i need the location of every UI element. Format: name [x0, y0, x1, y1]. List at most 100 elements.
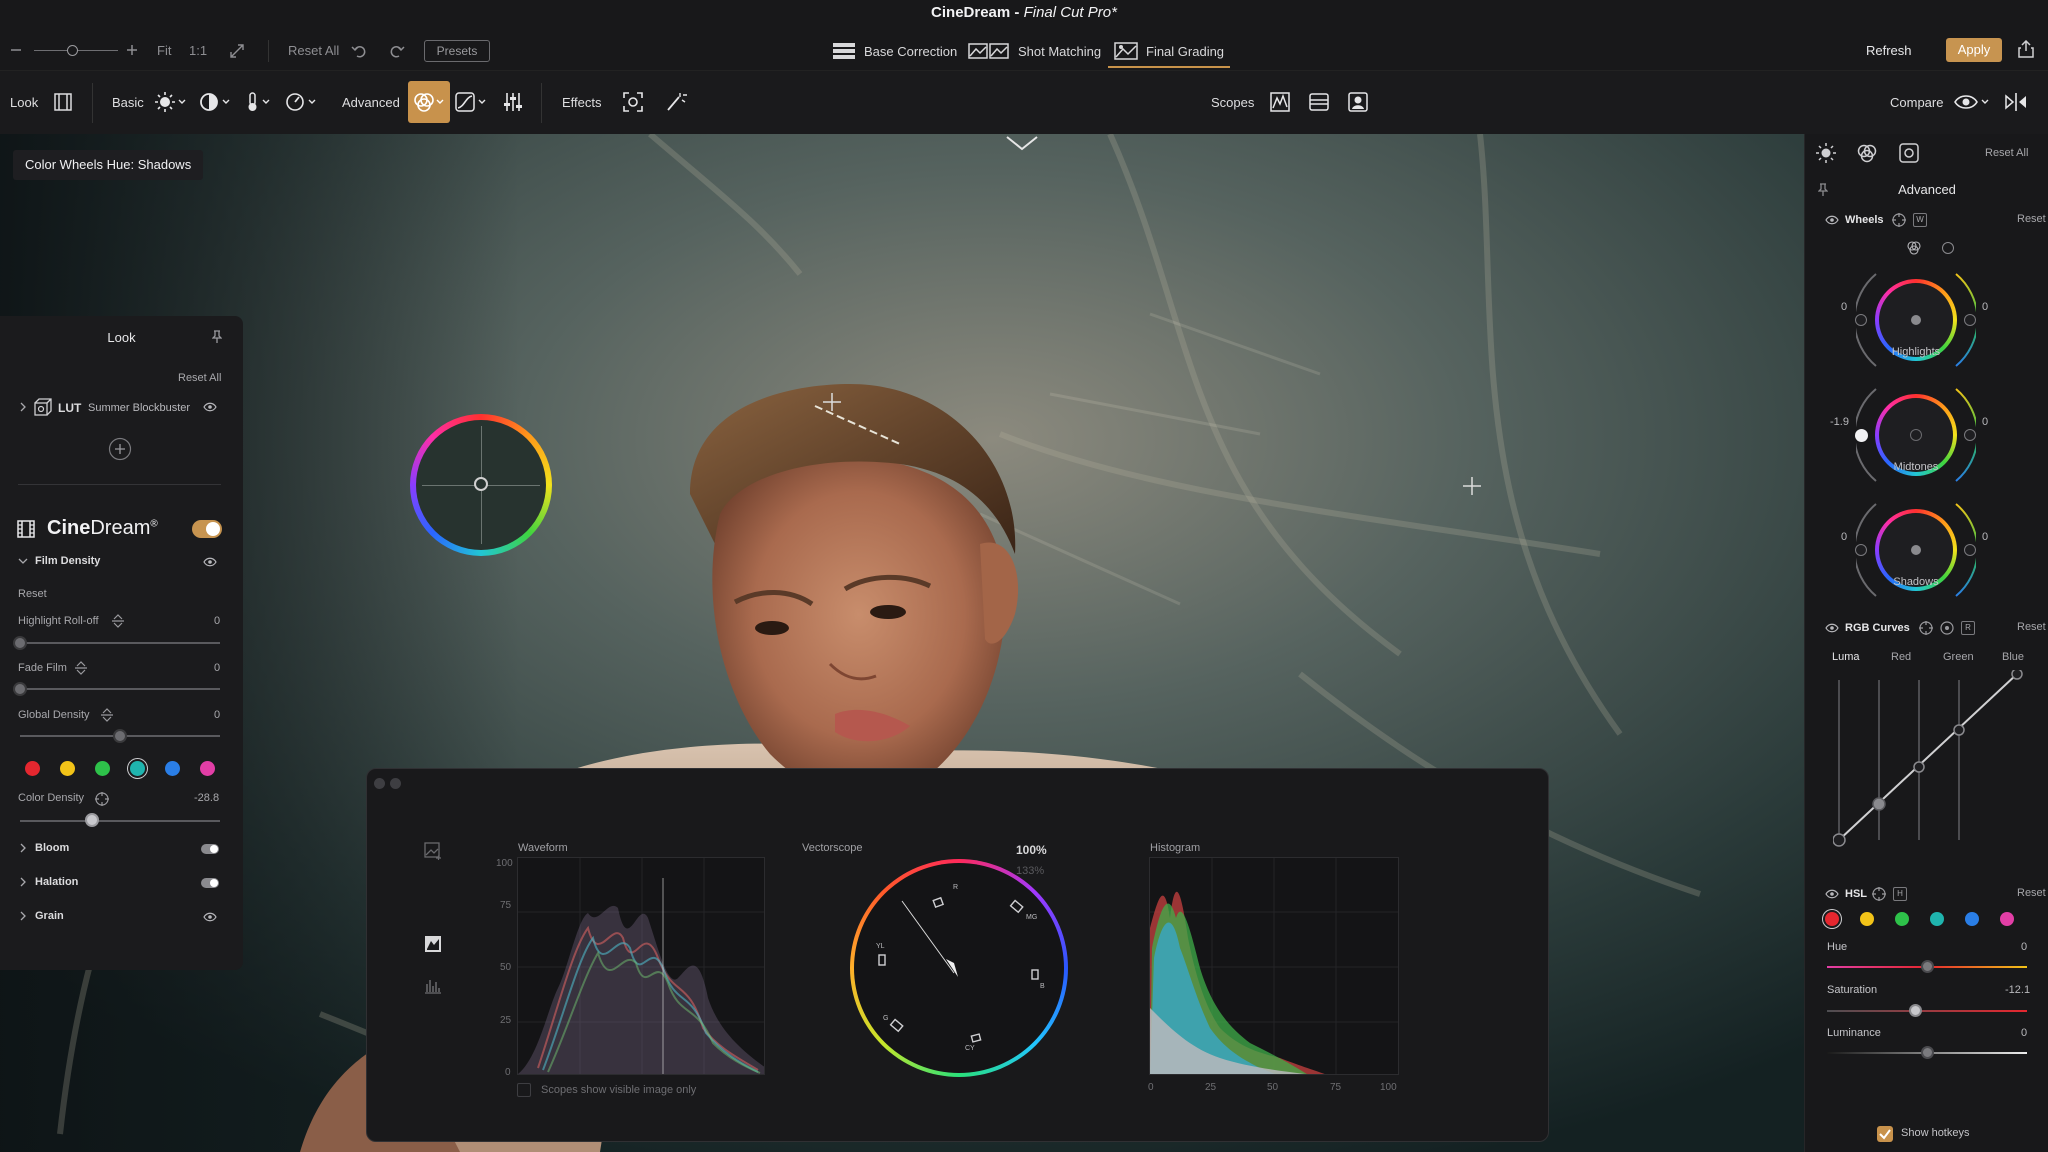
waveform-view-icon[interactable] [423, 934, 443, 954]
reset-all-button[interactable]: Reset All [288, 43, 339, 59]
light-sun-icon[interactable] [1815, 142, 1837, 164]
density-color-swatch[interactable] [130, 761, 145, 776]
color-density-knob[interactable] [85, 813, 99, 827]
hsl-color-swatch[interactable] [1965, 912, 1979, 926]
parade-scope-icon[interactable] [1308, 91, 1330, 113]
density-color-swatch[interactable] [200, 761, 215, 776]
eye-icon[interactable] [1825, 214, 1839, 226]
curve-channel-red[interactable]: Red [1891, 651, 1911, 663]
highlights-luma-knob[interactable] [1855, 314, 1867, 326]
film-strip-icon[interactable] [52, 92, 74, 112]
tab-final-grading[interactable]: Final Grading [1107, 41, 1231, 68]
share-icon[interactable] [2016, 38, 2036, 60]
density-color-swatch[interactable] [95, 761, 110, 776]
collapse-chevron-icon[interactable] [1002, 134, 1042, 154]
hsl-color-swatch[interactable] [1930, 912, 1944, 926]
zoom-in-icon[interactable] [126, 44, 138, 56]
sample-crosshair-icon[interactable] [1462, 476, 1482, 496]
curve-channel-luma[interactable]: Luma [1832, 651, 1860, 663]
tab-base-correction[interactable]: Base Correction [832, 41, 957, 61]
eye-icon[interactable] [202, 910, 218, 924]
midtones-wheel[interactable] [1855, 375, 1976, 495]
highlight-rolloff-knob[interactable] [13, 636, 27, 650]
add-look-button[interactable] [108, 437, 132, 461]
pin-icon[interactable] [210, 329, 224, 345]
crosshair-target-icon[interactable] [94, 791, 110, 807]
hsl-reset-button[interactable]: Reset [2017, 887, 2046, 899]
mixer-sliders-icon[interactable] [502, 91, 524, 113]
chevron-right-icon[interactable] [18, 842, 28, 854]
undo-icon[interactable] [350, 42, 368, 60]
density-color-swatch[interactable] [165, 761, 180, 776]
density-color-swatch[interactable] [25, 761, 40, 776]
color-density-slider[interactable] [20, 820, 220, 822]
split-view-icon[interactable] [2004, 91, 2028, 113]
grain-section[interactable]: Grain [35, 910, 64, 922]
midtones-sat-knob[interactable] [1964, 429, 1976, 441]
saturation-slider[interactable] [1827, 1010, 2027, 1012]
expand-icon[interactable] [228, 42, 246, 60]
image-scope-icon[interactable] [423, 841, 443, 861]
redo-icon[interactable] [388, 42, 406, 60]
contrast-icon[interactable] [198, 91, 232, 113]
midtones-luma-knob[interactable] [1855, 429, 1868, 442]
shadows-sat-knob[interactable] [1964, 544, 1976, 556]
luminance-knob[interactable] [1921, 1046, 1934, 1059]
histogram-view-icon[interactable] [423, 975, 443, 995]
scopes-window[interactable]: Waveform 100 75 50 25 0 Vectorscope 100%… [366, 768, 1549, 1142]
look-tool-label[interactable]: Look [10, 95, 38, 110]
tab-shot-matching[interactable]: Shot Matching [968, 41, 1101, 61]
zoom-out-icon[interactable] [10, 44, 22, 56]
eye-icon[interactable] [1825, 888, 1839, 900]
shadows-wheel[interactable] [1855, 490, 1976, 610]
magic-wand-icon[interactable] [664, 91, 688, 113]
right-reset-all-button[interactable]: Reset All [1985, 147, 2028, 159]
presets-button[interactable]: Presets [424, 40, 490, 62]
bloom-section[interactable]: Bloom [35, 842, 69, 854]
cinedream-toggle[interactable] [192, 520, 222, 538]
highlight-rolloff-slider[interactable] [20, 642, 220, 644]
temperature-icon[interactable] [242, 91, 272, 113]
crosshair-target-icon[interactable] [1918, 620, 1934, 636]
film-density-reset-button[interactable]: Reset [18, 588, 47, 600]
rgb-curves-editor[interactable] [1833, 670, 2023, 848]
density-color-swatch[interactable] [60, 761, 75, 776]
window-close-button[interactable] [374, 778, 385, 789]
focus-frame-icon[interactable] [622, 91, 644, 113]
sample-crosshair-icon[interactable] [822, 392, 842, 412]
focus-frame-icon[interactable] [1898, 142, 1920, 164]
chevron-right-icon[interactable] [18, 910, 28, 922]
zoom-one-to-one-button[interactable]: 1:1 [189, 43, 207, 59]
curve-channel-green[interactable]: Green [1943, 651, 1974, 663]
zoom-slider-knob[interactable] [67, 45, 78, 56]
apply-button[interactable]: Apply [1946, 38, 2002, 62]
film-density-label[interactable]: Film Density [35, 555, 100, 567]
adjust-handle-icon[interactable] [74, 660, 88, 676]
hsl-color-swatch[interactable] [2000, 912, 2014, 926]
shadows-luma-knob[interactable] [1855, 544, 1867, 556]
highlights-wheel[interactable] [1855, 260, 1976, 380]
refresh-button[interactable]: Refresh [1866, 43, 1912, 58]
hue-wheel-overlay[interactable] [410, 414, 552, 556]
eye-icon[interactable] [202, 400, 218, 414]
window-minimize-button[interactable] [390, 778, 401, 789]
color-wheels-icon[interactable] [1856, 142, 1878, 164]
waveform-scope-icon[interactable] [1269, 91, 1291, 113]
color-wheels-mode-icon[interactable] [1906, 240, 1922, 256]
saturation-dial-icon[interactable] [284, 91, 318, 113]
adjust-handle-icon[interactable] [111, 613, 125, 629]
visible-only-checkbox[interactable] [517, 1083, 531, 1097]
chevron-right-icon[interactable] [18, 876, 28, 888]
global-density-knob[interactable] [113, 729, 127, 743]
curves-reset-button[interactable]: Reset [2017, 621, 2046, 633]
hue-wheel-handle[interactable] [474, 477, 488, 491]
crosshair-target-icon[interactable] [1891, 212, 1907, 228]
hue-knob[interactable] [1921, 960, 1934, 973]
eye-compare-icon[interactable] [1954, 91, 1990, 113]
single-wheel-mode-button[interactable] [1942, 242, 1954, 254]
lut-name[interactable]: Summer Blockbuster [88, 402, 190, 414]
vectorscope-zoom-100[interactable]: 100% [1016, 843, 1047, 857]
bloom-toggle[interactable] [201, 844, 219, 854]
halation-section[interactable]: Halation [35, 876, 78, 888]
adjust-handle-icon[interactable] [100, 707, 114, 723]
